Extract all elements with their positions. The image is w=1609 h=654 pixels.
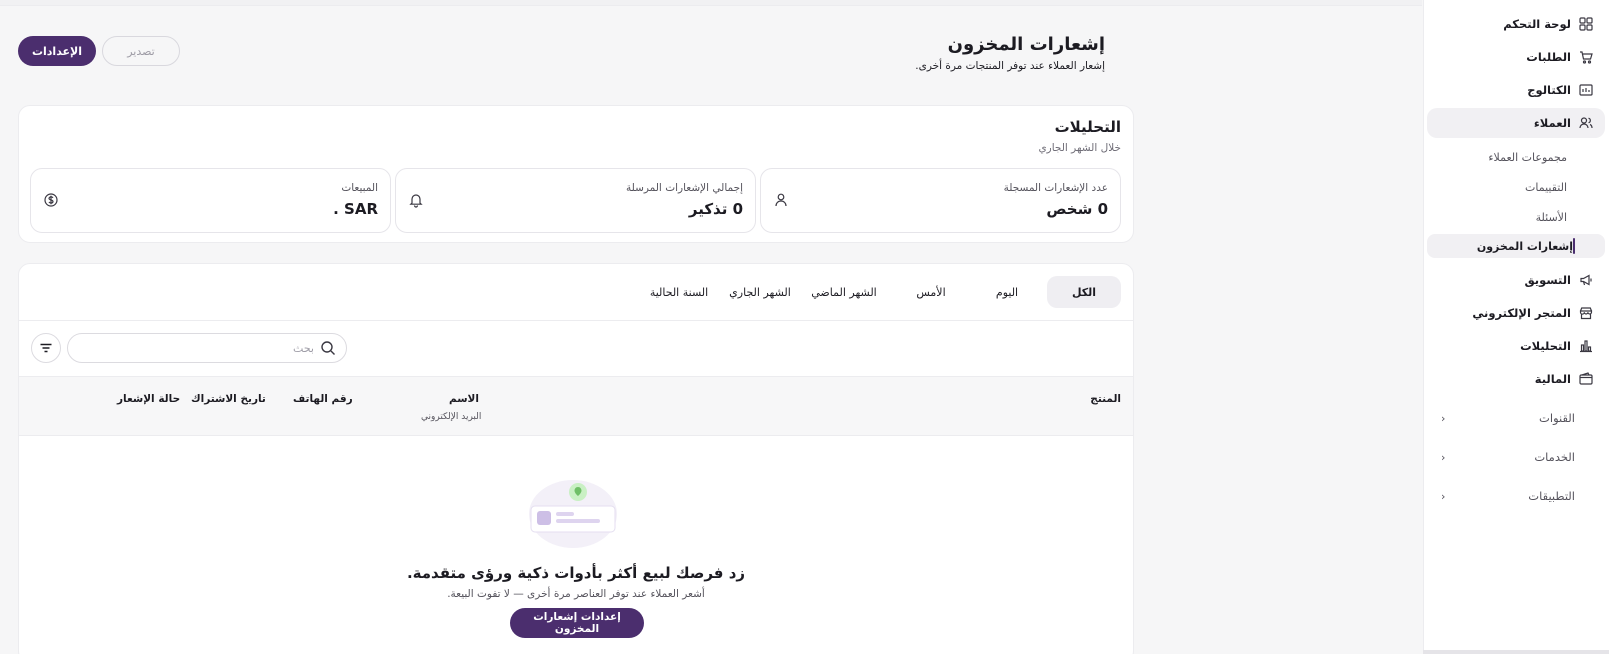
filter-button[interactable] [31,333,61,363]
sidebar-subitem-customer-groups[interactable]: مجموعات العملاء [1427,145,1605,169]
chart-icon [1579,339,1593,353]
settings-button[interactable]: الإعدادات [18,36,96,66]
dashboard-icon [1579,17,1593,31]
analytics-subtitle: خلال الشهر الجاري [1038,142,1121,154]
sidebar-subitem-label: إشعارات المخزون [1476,239,1573,253]
cart-icon [1579,50,1593,64]
sidebar-item-catalog[interactable]: الكتالوج [1427,75,1605,105]
sidebar-subitem-label: التقييمات [1525,180,1567,194]
analytics-title: التحليلات [1054,118,1121,136]
chevron-left-icon: ‹ [1441,411,1446,425]
page-subtitle: إشعار العملاء عند توفر المنتجات مرة أخرى… [915,60,1105,72]
sidebar-item-label: المتجر الإلكتروني [1472,306,1571,320]
date-filter-tabs: الكل اليوم الأمس الشهر الماضي الشهر الجا… [639,276,1121,308]
sidebar-group-channels[interactable]: القنوات ‹ [1427,403,1605,433]
stat-value: SAR . [333,200,378,218]
sidebar-item-label: الكتالوج [1527,83,1571,97]
notifications-table-card: الكل اليوم الأمس الشهر الماضي الشهر الجا… [18,263,1134,654]
search-icon [320,340,336,356]
sidebar-item-label: المالية [1534,372,1571,386]
stat-value: 0 تذكير [688,200,743,218]
wallet-icon [1579,372,1593,386]
chevron-left-icon: ‹ [1441,450,1446,464]
sidebar-item-online-store[interactable]: المتجر الإلكتروني [1427,298,1605,328]
search-input[interactable] [74,341,314,355]
sidebar-item-finance[interactable]: المالية [1427,364,1605,394]
tab-this-year[interactable]: السنة الحالية [639,276,719,308]
tab-all[interactable]: الكل [1047,276,1121,308]
column-header-phone[interactable]: رقم الهاتف [293,393,353,405]
megaphone-icon [1579,273,1593,287]
sidebar-group-services[interactable]: الخدمات ‹ [1427,442,1605,472]
sidebar-item-label: الطلبات [1526,50,1571,64]
column-header-name[interactable]: الاسم [449,393,479,405]
store-icon [1579,306,1593,320]
analytics-card: التحليلات خلال الشهر الجاري عدد الإشعارا… [18,105,1134,243]
dollar-circle-icon [43,192,59,208]
sidebar-subitem-questions[interactable]: الأسئلة [1427,205,1605,229]
tab-last-month[interactable]: الشهر الماضي [801,276,887,308]
divider [19,320,1133,321]
stat-sent-notifications: إجمالي الإشعارات المرسلة 0 تذكير [395,168,756,233]
empty-state-title: زد فرصك لبيع أكثر بأدوات ذكية ورؤى متقدم… [406,564,746,582]
sidebar-subitem-label: الأسئلة [1535,210,1567,224]
column-header-notification-status[interactable]: حالة الإشعار [117,393,180,405]
sidebar-group-label: الخدمات [1534,450,1575,464]
sidebar-item-dashboard[interactable]: لوحة التحكم [1427,9,1605,39]
empty-state-subtitle: أشعر العملاء عند توفر العناصر مرة أخرى —… [447,588,705,600]
tab-this-month[interactable]: الشهر الجاري [727,276,793,308]
stat-value: 0 شخص [1046,200,1108,218]
sidebar: لوحة التحكم الطلبات الكتالوج العملاء مجم… [1423,0,1609,654]
sidebar-group-label: القنوات [1539,411,1575,425]
tab-today[interactable]: اليوم [975,276,1039,308]
stat-label: المبيعات [341,182,378,194]
bell-icon [408,192,424,208]
top-bar [0,0,1422,6]
stat-registered-notifications: عدد الإشعارات المسجلة 0 شخص [760,168,1121,233]
sidebar-group-apps[interactable]: التطبيقات ‹ [1427,481,1605,511]
column-header-email: البريد الإلكتروني [421,412,482,422]
sidebar-footer-bar [1423,650,1609,654]
stock-notification-settings-button[interactable]: إعدادات إشعارات المخزون [510,608,644,638]
filter-icon [39,341,53,355]
sidebar-item-label: العملاء [1533,116,1571,130]
table-header: المنتج الاسم البريد الإلكتروني رقم الهات… [19,376,1133,436]
sidebar-item-label: التسويق [1524,273,1571,287]
users-icon [1579,116,1593,130]
stat-sales: المبيعات SAR . [30,168,391,233]
search-box [67,333,347,363]
sidebar-subitem-reviews[interactable]: التقييمات [1427,175,1605,199]
empty-state-illustration [523,474,623,554]
stat-label: إجمالي الإشعارات المرسلة [625,182,743,194]
person-icon [773,192,789,208]
chevron-left-icon: ‹ [1441,489,1446,503]
stat-label: عدد الإشعارات المسجلة [1003,182,1108,194]
sidebar-item-customers[interactable]: العملاء [1427,108,1605,138]
sidebar-item-label: لوحة التحكم [1503,17,1571,31]
catalog-icon [1579,83,1593,97]
sidebar-item-label: التحليلات [1520,339,1571,353]
column-header-subscription-date[interactable]: تاريخ الاشتراك [191,393,266,405]
sidebar-subitem-stock-notifications[interactable]: إشعارات المخزون [1427,234,1605,258]
sidebar-item-marketing[interactable]: التسويق [1427,265,1605,295]
sidebar-item-analytics[interactable]: التحليلات [1427,331,1605,361]
column-header-product[interactable]: المنتج [1090,393,1121,405]
export-button[interactable]: تصدير [102,36,180,66]
tab-yesterday[interactable]: الأمس [895,276,967,308]
sidebar-group-label: التطبيقات [1528,489,1575,503]
sidebar-subitem-label: مجموعات العملاء [1488,150,1567,164]
sidebar-item-orders[interactable]: الطلبات [1427,42,1605,72]
page-title: إشعارات المخزون [947,34,1105,55]
